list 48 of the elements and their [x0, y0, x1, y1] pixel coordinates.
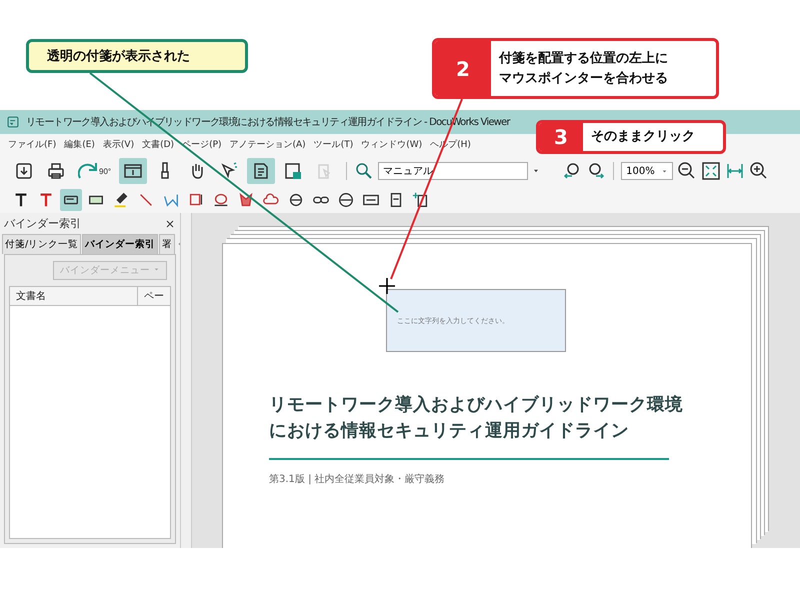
menu-item[interactable]: ウィンドウ(W) [357, 136, 426, 153]
panel-tab[interactable]: バインダー索引 [82, 234, 158, 254]
close-icon [164, 218, 176, 230]
menu-item[interactable]: ツール(T) [310, 136, 358, 153]
download-icon [14, 161, 34, 181]
column-header[interactable]: ペー [138, 287, 170, 305]
print-icon [46, 161, 66, 181]
add-page-icon [412, 191, 430, 209]
select-arrow-icon [219, 161, 240, 181]
rotate-icon [78, 161, 98, 181]
dropdown-icon [153, 266, 160, 273]
crosshair-cursor-icon [379, 278, 395, 294]
step-text: 付箋を配置する位置の左上に [499, 50, 668, 68]
step-text: マウスポインターを合わせる [499, 70, 668, 88]
callout-note: 透明の付箋が表示された [26, 39, 248, 73]
document-title: リモートワーク導入およびハイブリッドワーク環境 [269, 394, 683, 417]
toolbar-button[interactable] [119, 158, 148, 184]
zoom-field[interactable]: 100% [621, 162, 674, 180]
annotation-tool-button[interactable] [60, 189, 82, 211]
fit-width-icon [725, 161, 746, 181]
dropdown-icon [661, 168, 668, 174]
step-number: 2 [435, 41, 491, 96]
app-icon [6, 115, 20, 129]
zoom-out-icon [677, 161, 698, 181]
document-subtitle: 第3.1版 | 社内全従業員対象・厳守義務 [269, 472, 445, 486]
panel-tab[interactable]: 署 [159, 234, 176, 254]
menu-item[interactable]: 文書(D) [138, 136, 178, 153]
panel-tab[interactable]: 付箋/リンク一覧 [2, 234, 82, 254]
menu-item[interactable]: 表示(V) [98, 136, 138, 153]
highlighter-icon [112, 191, 130, 209]
panel-title: バインダー索引 [4, 216, 81, 231]
step-text: そのままクリック [591, 128, 695, 146]
menu-item[interactable]: ファイル(F) [4, 136, 60, 153]
column-header[interactable]: 文書名 [10, 287, 138, 305]
step-number: 3 [539, 123, 583, 151]
polygon-icon [237, 191, 255, 209]
toolbar-button[interactable] [247, 158, 276, 184]
toolbar-button[interactable]: 90° [74, 158, 116, 184]
menu-item[interactable]: 編集(E) [60, 136, 99, 153]
zoom-in-icon [749, 161, 770, 181]
dropdown-icon [532, 167, 540, 175]
ellipse-icon [212, 191, 230, 209]
menu-item[interactable]: アノテーション(A) [226, 136, 310, 153]
search-field[interactable]: マニュアル [378, 162, 528, 180]
document-title: における情報セキュリティ運用ガイドライン [269, 420, 630, 444]
save-page-icon [283, 161, 304, 181]
search-icon [354, 161, 374, 181]
fit-page-icon [701, 161, 722, 181]
